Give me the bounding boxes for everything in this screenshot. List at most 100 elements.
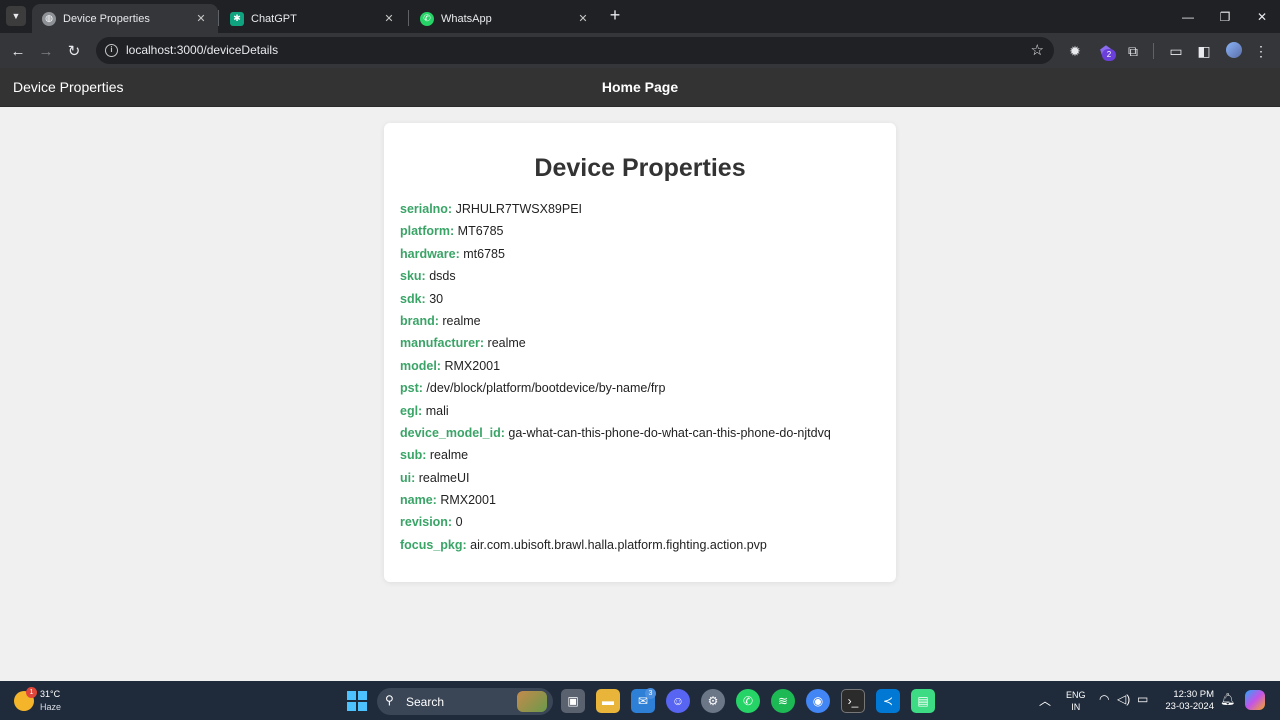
weather-desc: Haze [40, 702, 62, 712]
chatgpt-icon: ✱ [230, 11, 244, 26]
property-value: 0 [455, 515, 463, 530]
property-key: revision: [400, 515, 453, 530]
property-key: focus_pkg: [400, 537, 467, 552]
property-row: device_model_id: ga-what-can-this-phone-… [400, 425, 831, 447]
side-panel-icon[interactable]: ◧ [1194, 41, 1214, 61]
whatsapp-icon: ✆ [420, 11, 434, 26]
property-key: platform: [400, 224, 455, 239]
window-close-icon[interactable]: ✕ [1244, 0, 1280, 33]
reload-icon[interactable]: ↻ [63, 40, 85, 62]
tray-chevron-up-icon[interactable]: ︿ [1039, 692, 1051, 709]
tab-search-chevron-icon[interactable]: ▼ [6, 6, 26, 26]
property-value: mt6785 [463, 246, 505, 261]
clock-time: 12:30 PM [1173, 689, 1214, 700]
file-explorer-icon[interactable]: ▬ [596, 689, 620, 713]
app-navbar: Device Properties Home Page [0, 68, 1280, 107]
toolbar-divider [1153, 43, 1154, 59]
property-key: pst: [400, 381, 423, 396]
new-tab-button[interactable]: + [605, 6, 625, 26]
windows-start-icon[interactable] [347, 691, 367, 711]
weather-temp: 31°C [40, 689, 61, 699]
tab-close-icon[interactable]: ✕ [382, 12, 396, 25]
tab-title: ChatGPT [251, 12, 297, 25]
extensions-icon[interactable]: ⧉ [1123, 41, 1143, 61]
property-key: sub: [400, 448, 427, 463]
volume-icon[interactable]: ◁) [1117, 692, 1130, 706]
chrome-icon[interactable]: ◉ [806, 689, 830, 713]
property-row: revision: 0 [400, 514, 831, 536]
clock[interactable]: 12:30 PM 23-03-2024 [1158, 689, 1214, 713]
weather-alert-badge: 1 [26, 687, 37, 698]
settings-gear-icon[interactable]: ⚙ [701, 689, 725, 713]
terminal-icon[interactable]: ›_ [841, 689, 865, 713]
language-indicator[interactable]: ENG IN [1066, 689, 1086, 713]
whatsapp-app-icon[interactable]: ✆ [736, 689, 760, 713]
address-url[interactable]: localhost:3000/deviceDetails [126, 43, 278, 57]
property-row: focus_pkg: air.com.ubisoft.brawl.halla.p… [400, 537, 831, 559]
property-key: ui: [400, 470, 416, 485]
tab-close-icon[interactable]: ✕ [576, 12, 590, 25]
property-key: device_model_id: [400, 425, 505, 440]
restore-icon[interactable]: ❐ [1207, 0, 1243, 33]
vscode-icon[interactable]: ≺ [876, 689, 900, 713]
property-value: air.com.ubisoft.brawl.halla.platform.fig… [470, 537, 767, 552]
taskbar-search[interactable]: ⚲ Search [377, 688, 553, 715]
notification-bell-icon[interactable]: 🔔︎ [1220, 692, 1235, 706]
tab-title: WhatsApp [441, 12, 492, 25]
back-arrow-icon[interactable]: ← [7, 40, 29, 62]
site-info-icon[interactable]: i [105, 44, 118, 57]
android-studio-icon[interactable]: ▤ [911, 689, 935, 713]
mail-count-badge: 3 [645, 688, 656, 699]
property-row: sdk: 30 [400, 291, 831, 313]
property-row: sub: realme [400, 447, 831, 469]
property-row: model: RMX2001 [400, 358, 831, 380]
copilot-icon[interactable] [1245, 690, 1265, 710]
tab-device-properties[interactable]: ◍ Device Properties ✕ [32, 4, 218, 33]
tab-divider [408, 10, 409, 26]
profile-avatar[interactable] [1226, 42, 1242, 58]
battery-icon[interactable]: ▭ [1137, 692, 1148, 706]
tab-title: Device Properties [63, 12, 150, 25]
tab-whatsapp[interactable]: ✆ WhatsApp ✕ [410, 4, 600, 33]
discord-icon[interactable]: ☺ [666, 689, 690, 713]
property-row: pst: /dev/block/platform/bootdevice/by-n… [400, 380, 831, 402]
property-value: RMX2001 [444, 358, 501, 373]
property-key: model: [400, 358, 441, 373]
task-view-icon[interactable]: ▣ [561, 689, 585, 713]
properties-list: serialno: JRHULR7TWSX89PEI platform: MT6… [400, 201, 831, 559]
minimize-icon[interactable]: — [1170, 0, 1206, 33]
property-row: platform: MT6785 [400, 223, 831, 245]
property-value: JRHULR7TWSX89PEI [455, 202, 583, 216]
globe-icon: ◍ [42, 11, 56, 26]
search-icon: ⚲ [385, 693, 394, 707]
tab-close-icon[interactable]: ✕ [194, 12, 208, 25]
cast-icon[interactable]: ▭ [1166, 41, 1186, 61]
property-value: realmeUI [418, 470, 470, 485]
property-value: realme [487, 336, 526, 351]
browser-tabstrip: ▼ ◍ Device Properties ✕ ✱ ChatGPT ✕ ✆ Wh… [0, 0, 1280, 33]
search-highlight-image [517, 691, 547, 712]
property-row: name: RMX2001 [400, 492, 831, 514]
language-code: ENG [1066, 690, 1086, 700]
spotify-icon[interactable]: ≋ [771, 689, 795, 713]
bookmark-star-icon[interactable]: ☆ [1031, 41, 1044, 59]
property-key: egl: [400, 403, 423, 418]
device-properties-card: Device Properties serialno: JRHULR7TWSX8… [384, 123, 896, 582]
extension-gear-icon[interactable]: ✹ [1065, 41, 1085, 61]
browser-toolbar: ← → ↻ i localhost:3000/deviceDetails ☆ ✹… [0, 33, 1280, 68]
property-value: ga-what-can-this-phone-do-what-can-this-… [508, 425, 831, 440]
wifi-icon[interactable]: ◠ [1099, 692, 1109, 706]
property-value: RMX2001 [440, 493, 496, 508]
property-key: manufacturer: [400, 336, 485, 351]
property-row: egl: mali [400, 403, 831, 425]
tab-chatgpt[interactable]: ✱ ChatGPT ✕ [220, 4, 406, 33]
home-page-link[interactable]: Home Page [0, 79, 1280, 95]
property-value: realme [429, 448, 469, 463]
address-bar[interactable]: i localhost:3000/deviceDetails ☆ [96, 37, 1054, 64]
page-title: Device Properties [534, 154, 746, 182]
property-key: serialno: [400, 202, 453, 216]
forward-arrow-icon[interactable]: → [35, 40, 57, 62]
property-value: MT6785 [457, 224, 504, 239]
extension-count-badge: 2 [1102, 49, 1116, 61]
more-menu-icon[interactable]: ⋮ [1251, 41, 1271, 61]
